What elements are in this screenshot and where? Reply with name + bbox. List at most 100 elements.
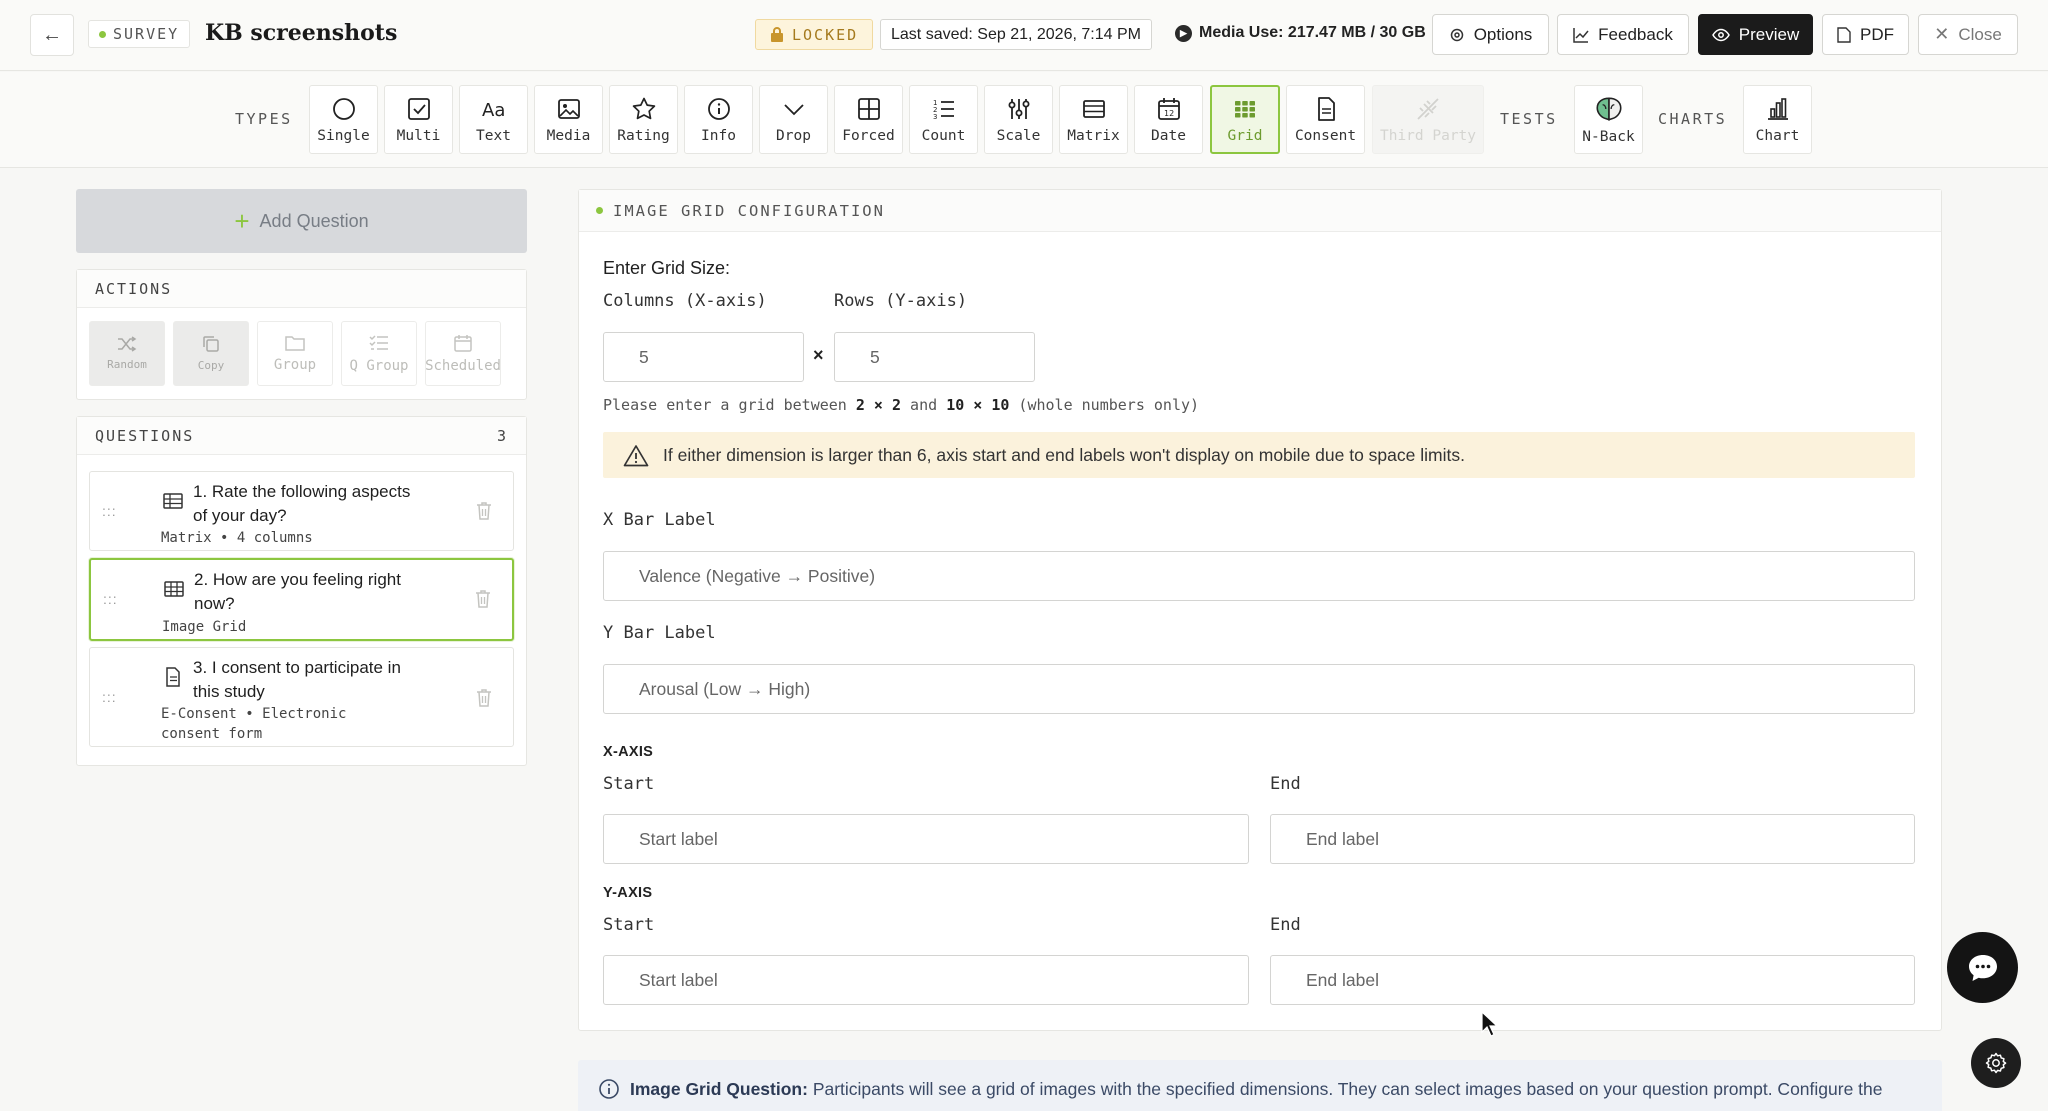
question-card-2[interactable]: ::: 2. How are you feeling right now? Im…: [89, 558, 514, 641]
rows-label: Rows (Y-axis): [834, 291, 968, 311]
questions-panel-header: QUESTIONS 3: [77, 417, 526, 455]
question-card-1[interactable]: ::: 1. Rate the following aspects of you…: [89, 471, 514, 551]
gear-icon: [1985, 1052, 2007, 1074]
type-rating-button[interactable]: Rating: [609, 85, 678, 154]
shuffle-icon: [118, 336, 137, 352]
chart-button[interactable]: Chart: [1743, 85, 1812, 154]
feedback-button[interactable]: Feedback: [1557, 14, 1689, 55]
type-drop-button[interactable]: Drop: [759, 85, 828, 154]
type-grid-button[interactable]: Grid: [1210, 85, 1280, 154]
options-button[interactable]: Options: [1432, 14, 1549, 55]
chevron-down-icon: [783, 103, 804, 115]
question-count: 3: [496, 426, 508, 445]
actions-panel: ACTIONS Random Copy Group Q Group Schedu…: [76, 269, 527, 400]
config-panel-header: IMAGE GRID CONFIGURATION: [579, 190, 1941, 232]
x-axis-title: X-AXIS: [603, 744, 654, 760]
trash-icon[interactable]: [474, 589, 492, 609]
question-card-3[interactable]: ::: 3. I consent to participate in this …: [89, 647, 514, 747]
svg-text:3: 3: [933, 113, 937, 121]
y-axis-title: Y-AXIS: [603, 885, 653, 901]
rows-input[interactable]: 5: [834, 332, 1035, 382]
y-start-input[interactable]: Start label: [603, 955, 1249, 1005]
action-scheduled-button[interactable]: Scheduled: [425, 321, 501, 386]
text-aa-icon: Aa: [482, 100, 505, 121]
question-subtitle: Image Grid: [162, 619, 247, 635]
columns-input[interactable]: 5: [603, 332, 804, 382]
question-title: 2. How are you feeling right now?: [194, 570, 401, 613]
y-bar-input[interactable]: Arousal (Low → High): [603, 664, 1915, 714]
questions-panel: QUESTIONS 3 ::: 1. Rate the following as…: [76, 416, 527, 766]
type-scale-button[interactable]: Scale: [984, 85, 1053, 154]
media-use: ▶ Media Use: 217.47 MB / 30 GB: [1175, 24, 1426, 42]
x-start-label: Start: [603, 774, 655, 794]
grid-table-icon: [164, 581, 184, 597]
close-button[interactable]: ✕ Close: [1918, 14, 2018, 55]
drag-handle-icon[interactable]: :::: [102, 503, 117, 519]
pdf-button[interactable]: PDF: [1822, 14, 1909, 55]
lock-icon: [771, 27, 783, 42]
drag-handle-icon[interactable]: :::: [103, 591, 118, 607]
actions-panel-header: ACTIONS: [77, 270, 526, 308]
mouse-cursor-icon: [1481, 1011, 1499, 1037]
type-consent-button[interactable]: Consent: [1286, 85, 1365, 154]
action-copy-button[interactable]: Copy: [173, 321, 249, 386]
x-start-input[interactable]: Start label: [603, 814, 1249, 864]
type-single-button[interactable]: Single: [309, 85, 378, 154]
star-icon: [632, 97, 655, 119]
type-matrix-button[interactable]: Matrix: [1059, 85, 1128, 154]
trash-icon[interactable]: [475, 501, 493, 521]
question-subtitle: E-Consent • Electronic consent form: [161, 706, 347, 742]
type-date-button[interactable]: 12 Date: [1134, 85, 1203, 154]
trash-icon[interactable]: [475, 688, 493, 708]
y-start-label: Start: [603, 915, 655, 935]
status-dot-icon: [99, 30, 106, 38]
question-title: 1. Rate the following aspects of your da…: [193, 482, 411, 525]
action-group-button[interactable]: Group: [257, 321, 333, 386]
preview-button[interactable]: Preview: [1698, 14, 1813, 55]
add-question-button[interactable]: + Add Question: [76, 189, 527, 253]
image-grid-config-panel: IMAGE GRID CONFIGURATION Enter Grid Size…: [578, 189, 1942, 1031]
action-q-group-button[interactable]: Q Group: [341, 321, 417, 386]
test-nback-button[interactable]: N-Back: [1574, 85, 1643, 154]
checklist-icon: [369, 334, 388, 350]
y-end-input[interactable]: End label: [1270, 955, 1915, 1005]
grid-size-label: Enter Grid Size:: [603, 258, 731, 278]
bar-chart-icon: [1767, 97, 1788, 120]
drag-handle-icon[interactable]: :::: [102, 689, 117, 705]
type-forced-button[interactable]: Forced: [834, 85, 903, 154]
x-end-input[interactable]: End label: [1270, 814, 1915, 864]
type-count-button[interactable]: 123 Count: [909, 85, 978, 154]
back-button[interactable]: ←: [30, 14, 74, 56]
type-third-party-button[interactable]: Third Party: [1372, 85, 1484, 154]
document-icon: [166, 667, 180, 687]
top-bar: ← SURVEY KB screenshots LOCKED Last save…: [0, 0, 2048, 71]
type-text-button[interactable]: Aa Text: [459, 85, 528, 154]
radio-circle-icon: [332, 97, 355, 120]
calendar-icon: 12: [1157, 97, 1180, 120]
question-subtitle: Matrix • 4 columns: [161, 530, 313, 546]
y-end-label: End: [1270, 915, 1301, 935]
action-random-button[interactable]: Random: [89, 321, 165, 386]
svg-text:Aa: Aa: [482, 100, 505, 121]
settings-button[interactable]: [1971, 1038, 2021, 1088]
mobile-warning-banner: If either dimension is larger than 6, ax…: [603, 432, 1915, 478]
chat-button[interactable]: [1947, 932, 2018, 1003]
type-multi-button[interactable]: Multi: [384, 85, 453, 154]
type-info-button[interactable]: Info: [684, 85, 753, 154]
image-icon: [557, 98, 580, 119]
grid-3x3-icon: [1235, 100, 1255, 117]
type-media-button[interactable]: Media: [534, 85, 603, 154]
brain-icon: [1595, 97, 1622, 121]
info-icon: [707, 97, 730, 120]
eye-icon: [1711, 28, 1730, 41]
calendar-icon: [454, 334, 472, 352]
numbered-list-icon: 123: [933, 99, 954, 121]
columns-label: Columns (X-axis): [603, 291, 767, 311]
arrow-left-icon: ←: [42, 23, 62, 46]
y-bar-label: Y Bar Label: [603, 623, 716, 643]
gear-icon: [1450, 28, 1463, 41]
survey-tag: SURVEY: [88, 20, 191, 48]
locked-badge: LOCKED: [755, 19, 874, 50]
x-bar-input[interactable]: Valence (Negative → Positive): [603, 551, 1915, 601]
charts-group-label: CHARTS: [1658, 110, 1728, 128]
